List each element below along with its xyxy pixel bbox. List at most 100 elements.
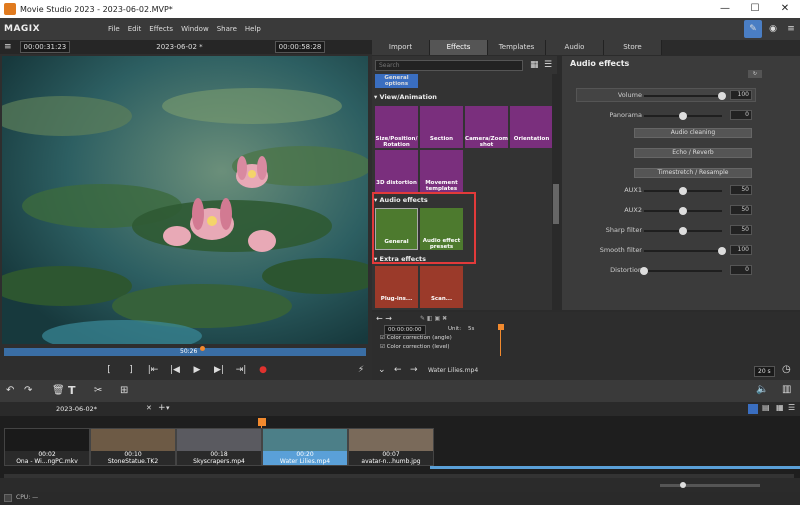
- tile-general[interactable]: General: [375, 208, 418, 250]
- tab-effects[interactable]: Effects: [430, 40, 488, 55]
- settings-icon[interactable]: ≡: [782, 20, 800, 38]
- slider-knob[interactable]: [679, 112, 687, 120]
- tile-camera-zoom[interactable]: Camera/Zoom shot: [465, 106, 508, 148]
- menu-help[interactable]: Help: [245, 25, 261, 33]
- tile-audio-effect-presets[interactable]: Audio effect presets: [420, 208, 463, 250]
- add-tab-icon[interactable]: +: [158, 403, 166, 413]
- kf-tools-icon[interactable]: ✎ ◧ ▣ ✖: [420, 315, 447, 322]
- scrub-handle[interactable]: [200, 346, 205, 351]
- zoom-slider[interactable]: [660, 482, 760, 488]
- kf-playhead[interactable]: [498, 324, 504, 330]
- undo-kf-icon[interactable]: ← →: [376, 314, 392, 323]
- slider-track[interactable]: [640, 267, 722, 275]
- timestretch-button[interactable]: Timestretch / Resample: [634, 168, 752, 178]
- timeline-playhead[interactable]: [258, 418, 266, 426]
- bird-icon[interactable]: ✎: [744, 20, 762, 38]
- speaker-icon[interactable]: 🔈: [756, 384, 768, 395]
- audio-cleaning-button[interactable]: Audio cleaning: [634, 128, 752, 138]
- reset-icon[interactable]: ↻: [748, 70, 762, 78]
- timecode-right[interactable]: 00:00:58:28: [274, 41, 326, 53]
- forward-arrow-icon[interactable]: →: [410, 365, 418, 375]
- grid-view-icon[interactable]: ▦: [530, 60, 539, 70]
- tile-section[interactable]: Section: [420, 106, 463, 148]
- back-arrow-icon[interactable]: ←: [394, 365, 402, 375]
- minimize-button[interactable]: —: [710, 0, 740, 18]
- menu-file[interactable]: File: [108, 25, 120, 33]
- slider-knob[interactable]: [679, 227, 687, 235]
- unit-value[interactable]: 5s: [468, 326, 474, 332]
- kf-row-level[interactable]: ☑ Color correction (level): [380, 344, 450, 350]
- section-audio-effects[interactable]: ▾ Audio effects: [374, 196, 554, 207]
- tile-general-options[interactable]: General options: [375, 74, 418, 88]
- notification-icon[interactable]: ◉: [764, 20, 782, 38]
- project-tab[interactable]: 2023-06-02*: [56, 405, 97, 413]
- tab-audio[interactable]: Audio: [546, 40, 604, 55]
- close-button[interactable]: ✕: [770, 0, 800, 18]
- slider-knob[interactable]: [679, 207, 687, 215]
- clip-2[interactable]: 00:10 StoneStatue.TK2: [90, 428, 176, 466]
- clock-icon[interactable]: ◷: [782, 364, 791, 375]
- slider-knob[interactable]: [718, 247, 726, 255]
- play-icon[interactable]: ▶: [186, 362, 208, 378]
- mark-out-icon[interactable]: ]: [120, 362, 142, 378]
- slider-value[interactable]: 50: [730, 225, 752, 235]
- undo-icon[interactable]: ↶: [6, 385, 14, 396]
- zoom-field[interactable]: 20 s: [754, 366, 775, 377]
- slider-value[interactable]: 100: [730, 245, 752, 255]
- prev-frame-icon[interactable]: |◀: [164, 362, 186, 378]
- preview-scrub-bar[interactable]: 50:26: [4, 346, 366, 356]
- slider-knob[interactable]: [718, 92, 726, 100]
- tab-dropdown-icon[interactable]: ▾: [166, 404, 170, 412]
- section-extra-effects[interactable]: ▾ Extra effects: [374, 255, 554, 266]
- slider-track[interactable]: [644, 92, 726, 100]
- tile-orientation[interactable]: Orientation: [510, 106, 553, 148]
- scissors-icon[interactable]: ✂: [94, 385, 102, 396]
- slider-track[interactable]: [644, 207, 722, 215]
- tile-3d-distortion[interactable]: 3D distortion: [375, 150, 418, 192]
- mixer-icon[interactable]: ▥: [782, 384, 791, 395]
- slider-track[interactable]: [644, 247, 726, 255]
- text-tool-icon[interactable]: T: [68, 384, 76, 397]
- effects-search-input[interactable]: [375, 60, 523, 71]
- echo-reverb-button[interactable]: Echo / Reverb: [634, 148, 752, 158]
- section-view-animation[interactable]: ▾ View/Animation: [374, 93, 554, 104]
- slider-value[interactable]: 0: [730, 110, 752, 120]
- slider-value[interactable]: 0: [730, 265, 752, 275]
- view-list-icon[interactable]: ☰: [788, 403, 795, 412]
- next-frame-icon[interactable]: ▶|: [208, 362, 230, 378]
- mark-in-icon[interactable]: [: [98, 362, 120, 378]
- maximize-button[interactable]: ☐: [740, 0, 770, 18]
- clip-4-selected[interactable]: 00:20 Water Lilies.mp4: [262, 428, 348, 466]
- menu-effects[interactable]: Effects: [149, 25, 173, 33]
- record-icon[interactable]: ●: [252, 362, 274, 378]
- lightning-icon[interactable]: ⚡: [350, 362, 372, 378]
- slider-value[interactable]: 50: [730, 185, 752, 195]
- hamburger-icon[interactable]: ≡: [4, 42, 12, 52]
- snapshot-icon[interactable]: ⊞: [120, 385, 128, 396]
- go-end-icon[interactable]: ⇥|: [230, 362, 252, 378]
- slider-track[interactable]: [644, 227, 722, 235]
- menu-edit[interactable]: Edit: [128, 25, 142, 33]
- close-tab-icon[interactable]: ✕: [146, 404, 152, 412]
- timecode-left[interactable]: 00:00:31:23: [19, 41, 71, 53]
- tile-size-position-rotation[interactable]: Size/Position/ Rotation: [375, 106, 418, 148]
- list-view-icon[interactable]: ☰: [544, 60, 552, 70]
- expand-icon[interactable]: ⌄: [378, 365, 386, 375]
- clip-5[interactable]: 00:07 avatar-n...humb.jpg: [348, 428, 434, 466]
- tab-templates[interactable]: Templates: [488, 40, 546, 55]
- timeline-scrollbar[interactable]: [4, 474, 794, 478]
- video-preview[interactable]: [2, 56, 368, 344]
- slider-value[interactable]: 50: [730, 205, 752, 215]
- effects-scrollbar[interactable]: [552, 74, 560, 310]
- slider-track[interactable]: [644, 187, 722, 195]
- slider-track[interactable]: [644, 112, 722, 120]
- clip-3[interactable]: 00:18 Skyscrapers.mp4: [176, 428, 262, 466]
- go-start-icon[interactable]: |⇤: [142, 362, 164, 378]
- tab-store[interactable]: Store: [604, 40, 662, 55]
- tile-scan[interactable]: Scan...: [420, 266, 463, 308]
- kf-row-angle[interactable]: ☑ Color correction (angle): [380, 335, 452, 341]
- slider-value[interactable]: 100: [730, 90, 752, 100]
- tab-import[interactable]: Import: [372, 40, 430, 55]
- trash-icon[interactable]: 🗑: [52, 385, 65, 396]
- view-timeline-icon[interactable]: ▤: [762, 403, 770, 412]
